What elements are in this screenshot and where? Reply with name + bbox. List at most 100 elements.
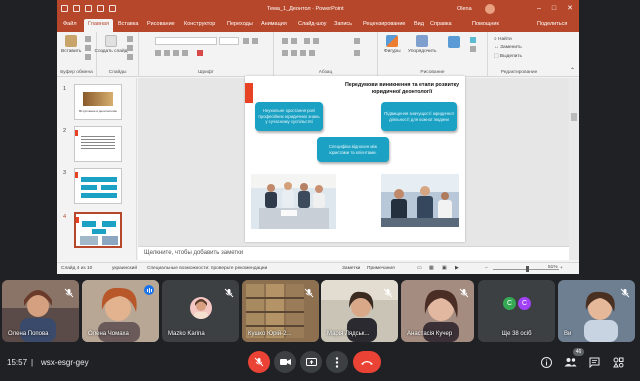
meeting-info-button[interactable] bbox=[538, 354, 554, 370]
tab-insert[interactable]: Вставка bbox=[118, 21, 138, 27]
slideshow-icon[interactable] bbox=[109, 5, 116, 12]
tab-assistant[interactable]: Помощник bbox=[472, 21, 499, 27]
section-icon[interactable] bbox=[127, 54, 133, 60]
replace-button[interactable]: ↔ Заменить bbox=[494, 45, 522, 50]
sorter-view-icon[interactable]: ▦ bbox=[429, 266, 434, 271]
copy-icon[interactable] bbox=[85, 45, 91, 51]
slide-thumb-1[interactable]: Вступление в деонтологию bbox=[74, 84, 122, 120]
accessibility-status[interactable]: Специальные возможности: проверьте реком… bbox=[147, 266, 267, 271]
shapes-button[interactable]: Фигуры bbox=[384, 35, 401, 54]
camera-toggle-button[interactable] bbox=[274, 351, 296, 373]
zoom-level-label[interactable]: 51% bbox=[548, 265, 558, 270]
self-tile[interactable]: Ви bbox=[558, 280, 635, 342]
slide-thumb-3[interactable] bbox=[74, 168, 122, 204]
more-participants-tile[interactable]: C C Ще 38 осіб bbox=[478, 280, 555, 342]
arrange-button[interactable]: Упорядочить bbox=[408, 35, 437, 54]
new-slide-button[interactable]: Создать слайд bbox=[95, 35, 127, 54]
slide-title[interactable]: Передумови виникнення та етапи розвитку … bbox=[341, 82, 463, 95]
text-direction-icon[interactable] bbox=[354, 38, 360, 44]
tab-draw[interactable]: Рисование bbox=[147, 21, 175, 27]
slide-thumb-2[interactable] bbox=[74, 126, 122, 162]
tab-file[interactable]: Файл bbox=[63, 21, 77, 27]
smartart-icon[interactable] bbox=[354, 50, 360, 56]
redo-icon[interactable] bbox=[97, 5, 104, 12]
normal-view-icon[interactable]: ▭ bbox=[417, 266, 422, 271]
notes-pane[interactable]: Щелкните, чтобы добавить заметки bbox=[138, 246, 569, 260]
slideshow-view-icon[interactable]: ▶ bbox=[455, 266, 459, 271]
slide-photo-office[interactable] bbox=[381, 174, 459, 227]
participant-tile[interactable]: Mazko Karina bbox=[162, 280, 239, 342]
reading-view-icon[interactable]: ▣ bbox=[442, 266, 447, 271]
indent-decrease-icon[interactable] bbox=[304, 38, 310, 44]
bullets-icon[interactable] bbox=[282, 38, 288, 44]
leave-call-button[interactable] bbox=[353, 351, 381, 373]
close-icon[interactable]: ✕ bbox=[567, 5, 573, 12]
scroll-thumb[interactable] bbox=[571, 113, 577, 121]
tab-record[interactable]: Запись bbox=[334, 21, 352, 27]
numbering-icon[interactable] bbox=[291, 38, 297, 44]
find-button[interactable]: ⌕ Найти bbox=[494, 36, 512, 42]
shape-outline-icon[interactable] bbox=[470, 46, 476, 52]
user-name[interactable]: Olena bbox=[457, 6, 472, 12]
font-color-icon[interactable] bbox=[197, 50, 203, 56]
autosave-icon[interactable] bbox=[61, 5, 68, 12]
zoom-slider-thumb[interactable] bbox=[526, 266, 529, 272]
tab-transitions[interactable]: Переходы bbox=[227, 21, 253, 27]
indent-increase-icon[interactable] bbox=[313, 38, 319, 44]
save-icon[interactable] bbox=[73, 5, 80, 12]
people-button[interactable] bbox=[562, 354, 578, 370]
mic-toggle-button[interactable] bbox=[248, 351, 270, 373]
italic-icon[interactable] bbox=[164, 50, 170, 56]
participant-tile[interactable]: Кушко Юрій-2... bbox=[242, 280, 319, 342]
shrink-font-icon[interactable] bbox=[252, 38, 258, 44]
strikethrough-icon[interactable] bbox=[182, 50, 188, 56]
slide-box-1[interactable]: Неухильне зростання ролі професійних юри… bbox=[255, 102, 323, 131]
format-painter-icon[interactable] bbox=[85, 54, 91, 60]
slide-editor[interactable]: Передумови виникнення та етапи розвитку … bbox=[138, 76, 569, 246]
minimize-icon[interactable]: – bbox=[537, 5, 541, 12]
justify-icon[interactable] bbox=[309, 50, 315, 56]
participant-tile[interactable]: Олена Чомаха bbox=[82, 280, 159, 342]
notes-toggle[interactable]: Заметки bbox=[342, 266, 360, 271]
grow-font-icon[interactable] bbox=[243, 38, 249, 44]
slide-box-3[interactable]: Специфіка відносин між юристами та клієн… bbox=[317, 137, 389, 162]
tab-review[interactable]: Рецензирование bbox=[363, 21, 405, 27]
comments-toggle[interactable]: Примечания bbox=[367, 266, 395, 271]
share-button[interactable]: Поделиться bbox=[537, 21, 567, 27]
align-right-icon[interactable] bbox=[300, 50, 306, 56]
participant-tile[interactable]: Олена Попова bbox=[2, 280, 79, 342]
participant-tile[interactable]: Анастасія Кучер bbox=[401, 280, 474, 342]
cut-icon[interactable] bbox=[85, 36, 91, 42]
paste-button[interactable]: Вставить bbox=[61, 35, 81, 54]
participant-tile[interactable]: Марія Лядськ... bbox=[321, 280, 398, 342]
vertical-scrollbar[interactable] bbox=[569, 78, 579, 260]
zoom-in-icon[interactable]: + bbox=[560, 266, 563, 271]
bold-icon[interactable] bbox=[155, 50, 161, 56]
tab-slideshow[interactable]: Слайд-шоу bbox=[298, 21, 327, 27]
font-name-select[interactable] bbox=[155, 37, 217, 45]
current-slide[interactable]: Передумови виникнення та етапи розвитку … bbox=[245, 76, 465, 242]
tab-home[interactable]: Главная bbox=[84, 19, 113, 32]
tab-view[interactable]: Вид bbox=[414, 21, 424, 27]
quick-styles-icon[interactable] bbox=[448, 36, 460, 48]
reset-icon[interactable] bbox=[127, 45, 133, 51]
select-button[interactable]: ⬚ Выделить bbox=[494, 54, 522, 59]
present-screen-button[interactable] bbox=[300, 351, 322, 373]
user-avatar[interactable] bbox=[485, 4, 495, 14]
maximize-icon[interactable]: □ bbox=[552, 5, 556, 12]
collapse-ribbon-icon[interactable]: ⌃ bbox=[570, 67, 575, 74]
tab-animations[interactable]: Анимация bbox=[261, 21, 287, 27]
underline-icon[interactable] bbox=[173, 50, 179, 56]
activities-button[interactable] bbox=[610, 354, 626, 370]
slide-thumb-4[interactable] bbox=[74, 212, 122, 248]
notes-placeholder[interactable]: Щелкните, чтобы добавить заметки bbox=[144, 250, 243, 256]
tab-design[interactable]: Конструктор bbox=[184, 21, 215, 27]
align-left-icon[interactable] bbox=[282, 50, 288, 56]
font-size-select[interactable] bbox=[219, 37, 239, 45]
language-indicator[interactable]: украинский bbox=[112, 266, 137, 271]
shape-fill-icon[interactable] bbox=[470, 37, 476, 43]
slide-photo-meeting[interactable] bbox=[251, 174, 336, 229]
more-options-button[interactable] bbox=[326, 351, 348, 373]
align-center-icon[interactable] bbox=[291, 50, 297, 56]
slide-box-2[interactable]: Підвищення значущості юридичної діяльнос… bbox=[381, 102, 457, 131]
